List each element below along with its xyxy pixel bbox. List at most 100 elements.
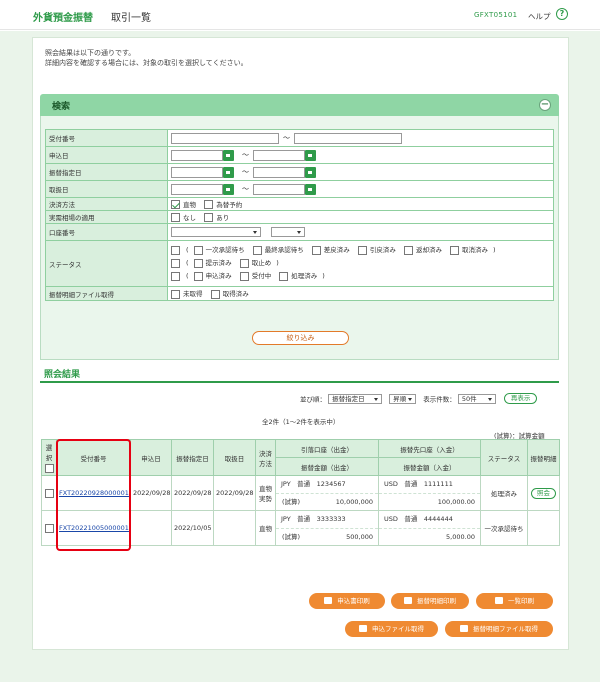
intro-line-2: 詳細内容を確認する場合には、対象の取引を選択してください。 [45, 59, 248, 67]
actual-demand-option-yes[interactable]: あり [204, 212, 229, 223]
calendar-icon[interactable] [223, 183, 234, 195]
checkbox[interactable] [252, 245, 262, 255]
checkbox[interactable] [204, 200, 214, 210]
collapse-icon[interactable]: − [539, 99, 551, 111]
sort-order-select[interactable]: 昇順 [389, 393, 417, 404]
checkbox[interactable] [171, 246, 180, 255]
settlement-cell: 直物 [255, 510, 276, 546]
debit-account: JPY 普通 3333333 [281, 515, 346, 523]
printer-icon [495, 596, 503, 604]
sort-bar: 並び順： 振替指定日 昇順 表示件数： 50件 再表示 [300, 393, 538, 404]
checkbox[interactable] [193, 271, 203, 281]
status-cell: 一次承認待ち [480, 510, 528, 546]
currency-select[interactable] [271, 227, 305, 237]
checkbox[interactable] [210, 289, 220, 299]
checkbox[interactable] [279, 271, 289, 281]
select-all-checkbox[interactable] [44, 464, 54, 473]
calendar-icon[interactable] [305, 149, 316, 161]
per-page-select[interactable]: 50件 [457, 393, 496, 404]
checkbox[interactable] [193, 245, 203, 255]
settlement-label: 決済方法 [45, 197, 168, 211]
intro-text: 照会結果は以下の通りです。 詳細内容を確認する場合には、対象の取引を選択してくだ… [45, 48, 248, 68]
sort-key-select[interactable]: 振替指定日 [328, 393, 383, 404]
get-statement-file-button[interactable]: 振替明細ファイル取得 [445, 621, 553, 637]
help-link[interactable]: ヘルプ [528, 11, 551, 22]
col-credit-amount: 振替金額（入金） [378, 457, 481, 476]
debit-account: JPY 普通 1234567 [281, 480, 346, 488]
search-form: 受付番号 ～ 申込日 ～ 振替指定日 ～ 取扱日 ～ 決済方法 直物 為替予約 … [45, 129, 554, 301]
col-debit-amount: 振替金額（出金） [275, 457, 379, 476]
settlement-cell: 直物実勢 [255, 475, 276, 511]
statement-view-button[interactable]: 照会 [531, 487, 556, 499]
get-application-file-button[interactable]: 申込ファイル取得 [345, 621, 438, 637]
statement-option-not-acquired[interactable]: 未取得 [171, 288, 203, 299]
checkbox[interactable] [204, 213, 214, 223]
checkbox-checked[interactable] [171, 200, 180, 210]
col-transfer-date: 振替指定日 [171, 439, 214, 476]
statement-option-acquired[interactable]: 取得済み [210, 288, 249, 299]
trial-label: (試算) [282, 498, 301, 506]
status-cell: 処理済み [480, 475, 528, 511]
credit-cell: USD 普通 1111111 100,000.00 [378, 475, 481, 511]
checkbox[interactable] [357, 245, 367, 255]
checkbox[interactable] [171, 272, 180, 281]
transfer-date-label: 振替指定日 [45, 163, 168, 181]
transfer-date-from-input[interactable] [171, 166, 223, 178]
actual-demand-option-none[interactable]: なし [171, 212, 196, 223]
search-title: 検索 [52, 102, 71, 112]
search-panel-header: 検索 − [40, 94, 559, 116]
calendar-icon[interactable] [305, 166, 316, 178]
print-statement-button[interactable]: 振替明細印刷 [391, 593, 469, 609]
checkbox[interactable] [171, 213, 180, 223]
col-settlement: 決済方法 [255, 439, 276, 476]
checkbox[interactable] [403, 245, 413, 255]
result-count: 全2件（1～2件を表示中） [262, 418, 340, 426]
apply-date-from-input[interactable] [171, 149, 223, 161]
printer-icon [324, 596, 333, 604]
screen-id: GFXT05101 [474, 11, 518, 19]
calendar-icon[interactable] [223, 166, 234, 178]
apply-date-cell: 2022/09/28 [130, 475, 172, 511]
checkbox[interactable] [239, 258, 249, 268]
col-debit-account: 引落口座（出金） [275, 439, 379, 458]
receipt-no-from-input[interactable] [171, 132, 279, 144]
checkbox[interactable] [311, 245, 321, 255]
calendar-icon[interactable] [305, 183, 316, 195]
row-checkbox[interactable] [44, 523, 54, 533]
checkbox[interactable] [239, 271, 249, 281]
apply-date-to-input[interactable] [253, 149, 305, 161]
checkbox[interactable] [193, 258, 203, 268]
col-apply-date: 申込日 [130, 439, 172, 476]
col-select: 選択 [41, 439, 57, 476]
status-label: ステータス [45, 240, 168, 287]
print-list-button[interactable]: 一覧印刷 [476, 593, 553, 609]
debit-cell: JPY 普通 3333333 (試算) 500,000 [275, 510, 379, 546]
account-select[interactable] [171, 227, 261, 237]
checkbox[interactable] [171, 289, 180, 299]
settlement-option-spot[interactable]: 直物 [171, 199, 196, 210]
credit-amount: 5,000.00 [446, 533, 475, 541]
actual-demand-label: 実需相場の適用 [45, 210, 168, 224]
checkbox[interactable] [171, 259, 180, 268]
print-application-button[interactable]: 申込書印刷 [309, 593, 385, 609]
handled-date-from-input[interactable] [171, 183, 223, 195]
receipt-no-label: 受付番号 [45, 129, 168, 147]
settlement-option-forward[interactable]: 為替予約 [204, 199, 242, 210]
handled-date-to-input[interactable] [253, 183, 305, 195]
row-checkbox[interactable] [44, 488, 54, 498]
receipt-no-to-input[interactable] [294, 132, 402, 144]
debit-amount: 500,000 [346, 533, 373, 541]
handled-date-cell: 2022/09/28 [213, 475, 256, 511]
redisplay-button[interactable]: 再表示 [503, 393, 538, 404]
help-icon[interactable]: ? [556, 8, 568, 20]
per-page-label: 表示件数： [423, 395, 456, 404]
transfer-date-to-input[interactable] [253, 166, 305, 178]
col-credit-account: 振替先口座（入金） [378, 439, 481, 458]
calendar-icon[interactable] [223, 149, 234, 161]
handled-date-label: 取扱日 [45, 180, 168, 198]
filter-button[interactable]: 絞り込み [252, 331, 349, 345]
debit-cell: JPY 普通 1234567 (試算) 10,000,000 [275, 475, 379, 511]
checkbox[interactable] [450, 245, 460, 255]
account-no-label: 口座番号 [45, 223, 168, 241]
transfer-date-cell: 2022/09/28 [171, 475, 214, 511]
